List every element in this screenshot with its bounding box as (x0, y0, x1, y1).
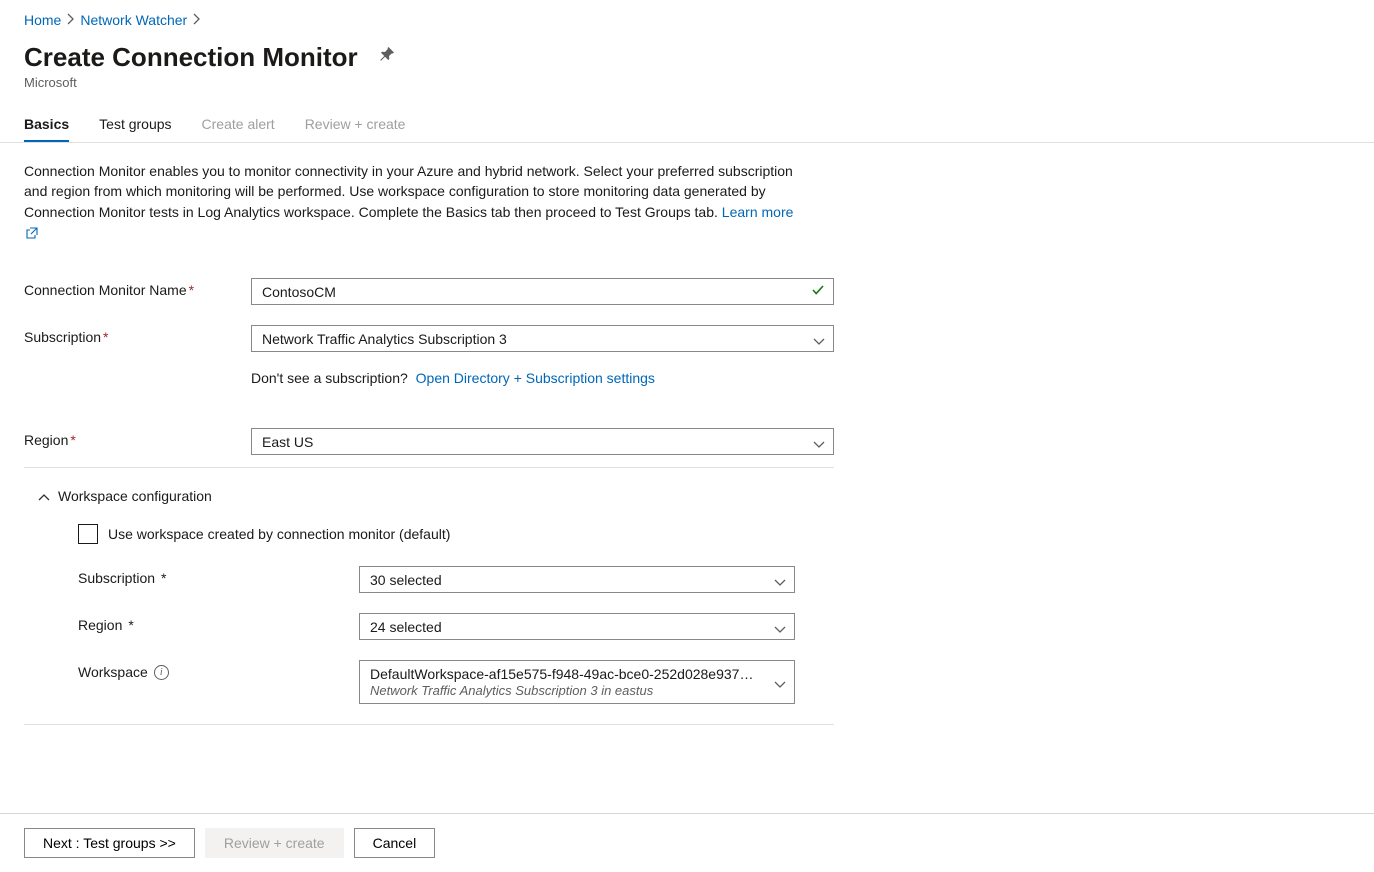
breadcrumb-home[interactable]: Home (24, 12, 61, 28)
label-ws-workspace: Workspace i (78, 660, 359, 680)
ws-workspace-value: DefaultWorkspace-af15e575-f948-49ac-bce0… (370, 666, 753, 682)
open-directory-link[interactable]: Open Directory + Subscription settings (416, 370, 655, 386)
page-title: Create Connection Monitor (24, 42, 358, 73)
page-subtitle: Microsoft (24, 75, 1350, 90)
region-select[interactable]: East US (251, 428, 834, 455)
wizard-footer: Next : Test groups >> Review + create Ca… (0, 813, 1374, 872)
chevron-right-icon (67, 13, 74, 27)
tab-create-alert: Create alert (202, 108, 275, 142)
subscription-helper: Don't see a subscription? Open Directory… (251, 370, 834, 386)
checkbox-icon (78, 524, 98, 544)
label-ws-region: Region* (78, 613, 359, 633)
workspace-config-toggle[interactable]: Workspace configuration (24, 482, 834, 510)
external-link-icon (26, 224, 38, 244)
label-region: Region* (24, 428, 251, 448)
cm-name-input[interactable] (251, 278, 834, 305)
use-default-workspace-label: Use workspace created by connection moni… (108, 526, 450, 542)
label-ws-subscription: Subscription* (78, 566, 359, 586)
chevron-right-icon (193, 13, 200, 27)
cancel-button[interactable]: Cancel (354, 828, 436, 858)
label-cm-name: Connection Monitor Name* (24, 278, 251, 298)
breadcrumb-network-watcher[interactable]: Network Watcher (80, 12, 187, 28)
tab-basics[interactable]: Basics (24, 108, 69, 142)
description-text: Connection Monitor enables you to monito… (24, 163, 793, 220)
next-button[interactable]: Next : Test groups >> (24, 828, 195, 858)
use-default-workspace-checkbox[interactable]: Use workspace created by connection moni… (78, 524, 834, 544)
ws-region-select[interactable]: 24 selected (359, 613, 795, 640)
review-create-button: Review + create (205, 828, 344, 858)
divider (24, 467, 834, 468)
workspace-config-label: Workspace configuration (58, 488, 212, 504)
tab-review-create: Review + create (305, 108, 406, 142)
divider (24, 724, 834, 725)
subscription-select[interactable]: Network Traffic Analytics Subscription 3 (251, 325, 834, 352)
learn-more-label: Learn more (722, 204, 794, 220)
chevron-up-icon (38, 488, 50, 504)
ws-workspace-subtext: Network Traffic Analytics Subscription 3… (370, 683, 762, 698)
breadcrumb: Home Network Watcher (24, 12, 1350, 28)
tab-test-groups[interactable]: Test groups (99, 108, 171, 142)
tabs: Basics Test groups Create alert Review +… (0, 108, 1374, 143)
info-icon[interactable]: i (154, 665, 169, 680)
pin-button[interactable] (376, 43, 398, 68)
ws-workspace-select[interactable]: DefaultWorkspace-af15e575-f948-49ac-bce0… (359, 660, 795, 704)
ws-subscription-select[interactable]: 30 selected (359, 566, 795, 593)
pin-icon (380, 47, 394, 61)
tab-description: Connection Monitor enables you to monito… (24, 161, 794, 244)
label-subscription: Subscription* (24, 325, 251, 345)
